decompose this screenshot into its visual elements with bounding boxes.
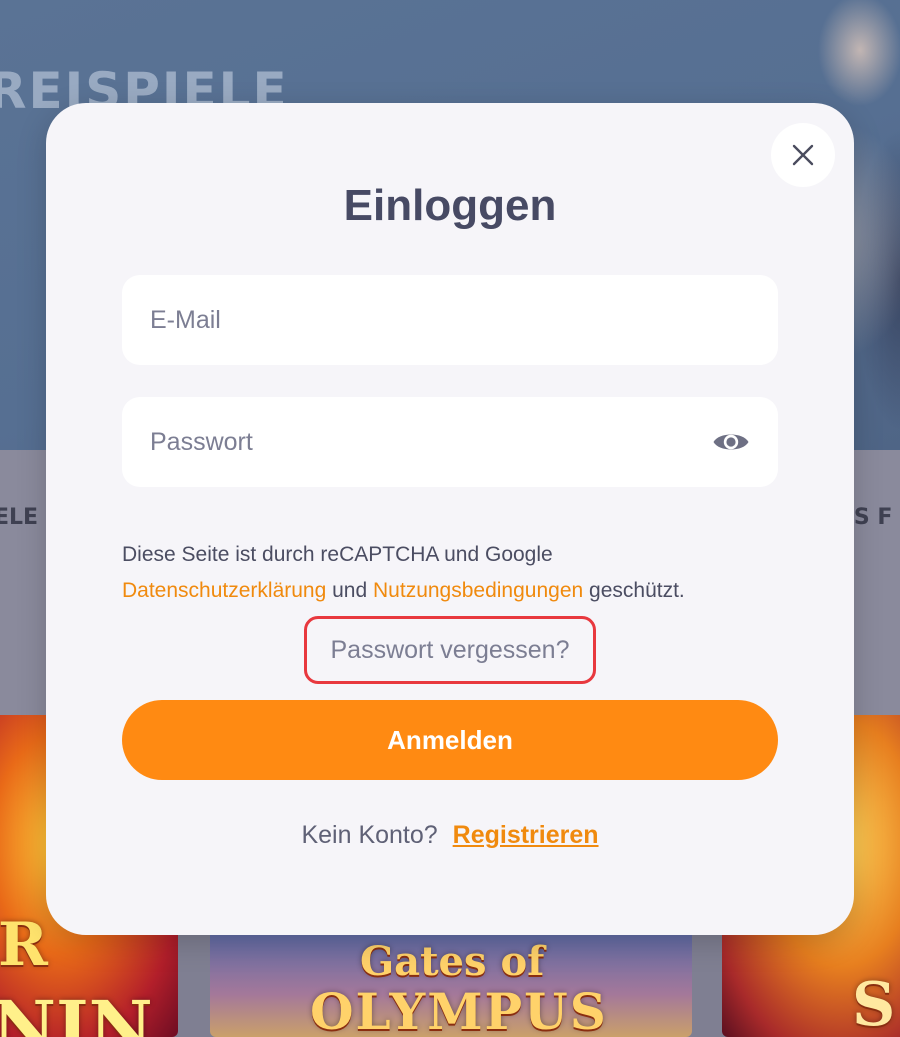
register-link[interactable]: Registrieren bbox=[453, 821, 599, 849]
recaptcha-notice: Diese Seite ist durch reCAPTCHA und Goog… bbox=[122, 537, 802, 609]
recaptcha-text-before: Diese Seite ist durch reCAPTCHA und Goog… bbox=[122, 543, 553, 566]
game-tile-left-text-top: R bbox=[0, 910, 48, 980]
game-tile-left-text-bottom: NIN bbox=[0, 985, 153, 1037]
close-icon bbox=[792, 144, 814, 166]
game-tile-mid-title-line2: OLYMPUS bbox=[310, 982, 608, 1037]
recaptcha-text-and: und bbox=[332, 579, 368, 602]
game-tile-right-text: S bbox=[852, 970, 896, 1037]
background-section-label-left: ELE bbox=[0, 505, 39, 530]
email-field[interactable] bbox=[122, 275, 778, 365]
eye-icon bbox=[713, 434, 749, 450]
modal-title: Einloggen bbox=[343, 181, 557, 230]
login-submit-button[interactable]: Anmelden bbox=[122, 700, 778, 780]
password-field-container bbox=[122, 397, 778, 487]
privacy-policy-link[interactable]: Datenschutzerklärung bbox=[122, 579, 326, 602]
toggle-password-visibility-button[interactable] bbox=[712, 427, 750, 457]
terms-of-service-link[interactable]: Nutzungsbedingungen bbox=[373, 579, 583, 602]
forgot-password-highlight: Passwort vergessen? bbox=[304, 616, 596, 684]
game-tile-mid-title-line1: Gates of bbox=[360, 938, 545, 985]
password-field[interactable] bbox=[122, 397, 778, 487]
email-field-container bbox=[122, 275, 778, 365]
login-modal: Einloggen Diese Seite ist durch reCAPTCH… bbox=[46, 103, 854, 935]
forgot-password-link[interactable]: Passwort vergessen? bbox=[330, 636, 569, 665]
register-prompt: Kein Konto? Registrieren bbox=[46, 821, 854, 850]
close-button[interactable] bbox=[771, 123, 835, 187]
game-tile-gates-of-olympus[interactable]: Gates of OLYMPUS bbox=[210, 930, 692, 1037]
no-account-text: Kein Konto? bbox=[301, 821, 438, 849]
recaptcha-text-after: geschützt. bbox=[589, 579, 685, 602]
